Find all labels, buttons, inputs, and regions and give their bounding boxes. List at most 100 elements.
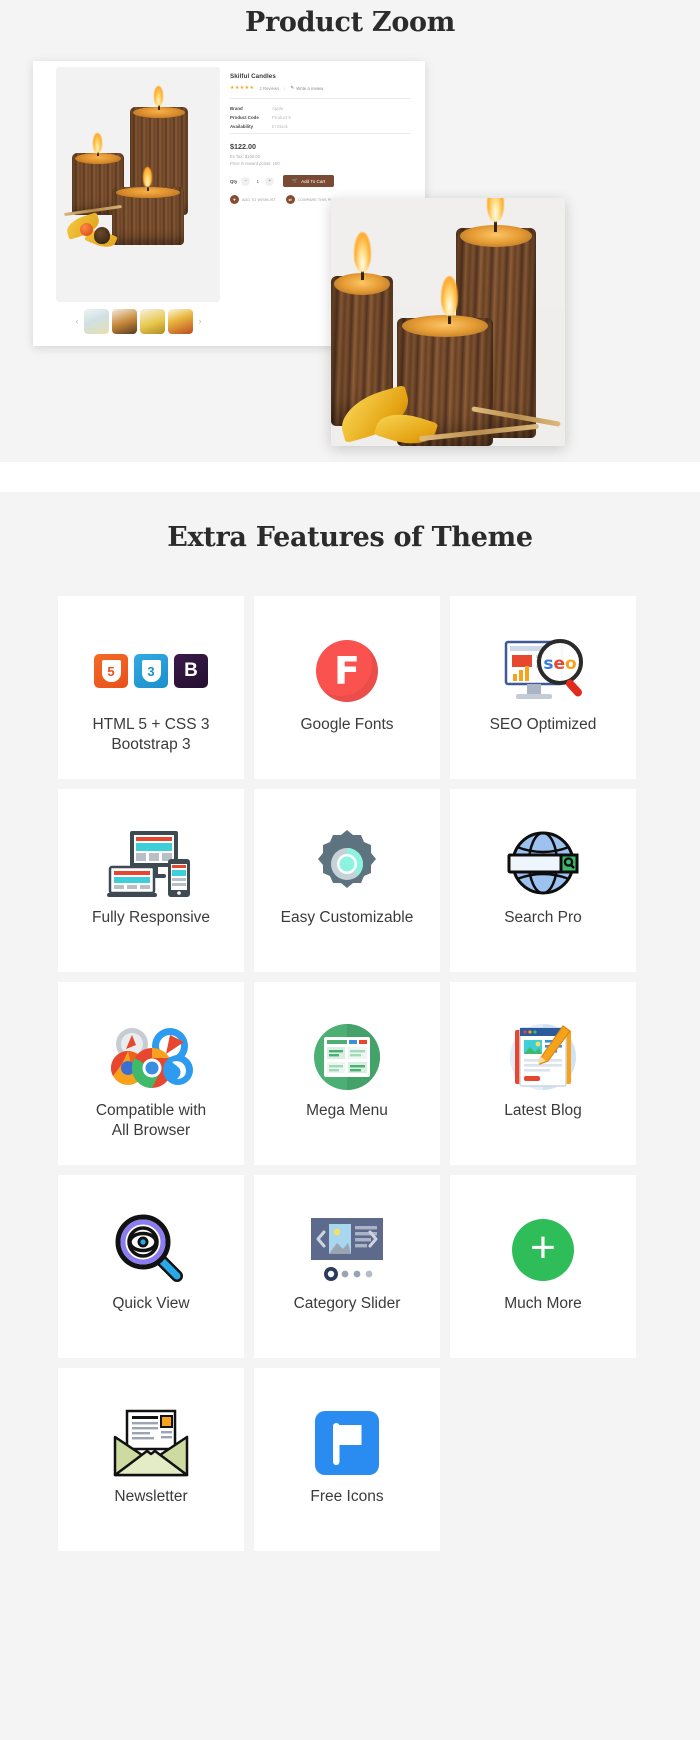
spec-key: Brand xyxy=(230,106,243,111)
zoomed-image-popup[interactable] xyxy=(331,198,565,446)
css3-badge-number: 3 xyxy=(141,660,161,682)
carousel-prev-arrow[interactable]: ‹ xyxy=(73,317,81,326)
spec-value: In Stock xyxy=(272,124,288,129)
heart-icon: ♥ xyxy=(230,195,239,204)
category-slider-icon xyxy=(305,1212,389,1288)
feature-card-easy-customizable[interactable]: Easy Customizable xyxy=(254,789,440,972)
google-fonts-glyph: F xyxy=(316,640,378,702)
extra-features-section: Extra Features of Theme 5 3 B HTML 5 + C… xyxy=(0,492,700,1591)
feature-label: Google Fonts xyxy=(300,716,394,733)
bootstrap-badge: B xyxy=(174,654,208,688)
price-block: $122.00 Ex Tax: $100.00 Price in reward … xyxy=(230,142,411,166)
feature-card-latest-blog[interactable]: Latest Blog xyxy=(450,982,636,1165)
zoom-flame-left xyxy=(354,232,371,272)
shopping-cart-icon: 🛒 xyxy=(292,178,299,183)
product-main-image[interactable] xyxy=(56,67,220,302)
flame-front xyxy=(143,167,152,187)
thumbnail-carousel[interactable]: ‹ › xyxy=(73,309,213,334)
write-review-label: Write a review xyxy=(296,85,324,91)
section-divider-band xyxy=(0,462,700,492)
feature-label: Much More xyxy=(504,1295,582,1312)
spec-value: Product 9 xyxy=(272,115,291,120)
feature-label-line1: HTML 5 + CSS 3 xyxy=(92,716,210,733)
mega-menu-icon xyxy=(311,1019,383,1095)
feature-label: Easy Customizable xyxy=(280,909,414,926)
quantity-label: Qty xyxy=(230,178,238,184)
extra-features-title: Extra Features of Theme xyxy=(167,522,533,553)
feature-label: Free Icons xyxy=(310,1488,384,1505)
wishlist-label: ADD TO WISHLIST xyxy=(242,197,276,202)
feature-label: Compatible with All Browser xyxy=(96,1101,206,1142)
spec-row: Product Code Product 9 xyxy=(230,115,411,120)
rating-row: ★★★★★ 2 Reviews | ✎ Write a review xyxy=(230,85,411,91)
feature-label: SEO Optimized xyxy=(489,716,597,733)
feature-card-search-pro[interactable]: Search Pro xyxy=(450,789,636,972)
feature-card-google-fonts[interactable]: F Google Fonts xyxy=(254,596,440,779)
spec-row: Availability In Stock xyxy=(230,124,411,129)
feature-label: Quick View xyxy=(112,1295,190,1312)
globe-search-icon xyxy=(501,826,585,902)
feature-card-category-slider[interactable]: Category Slider xyxy=(254,1175,440,1358)
star-rating-icon: ★★★★★ xyxy=(230,85,255,91)
feature-label: Mega Menu xyxy=(306,1102,388,1119)
quantity-decrement-button[interactable]: − xyxy=(241,176,251,186)
spec-value[interactable]: Apple xyxy=(272,106,283,111)
feature-label: Newsletter xyxy=(114,1488,188,1505)
price-ex-tax: Ex Tax: $100.00 xyxy=(230,154,260,159)
flame-medium xyxy=(93,133,102,153)
spec-key: Availability xyxy=(230,124,254,129)
feature-card-html-css-bootstrap[interactable]: 5 3 B HTML 5 + CSS 3 Bootstrap 3 xyxy=(58,596,244,779)
quantity-increment-button[interactable]: + xyxy=(265,176,275,186)
browsers-icon xyxy=(106,1019,196,1095)
feature-label-line1: Compatible with xyxy=(95,1102,207,1119)
thumbnail-item[interactable] xyxy=(84,309,109,334)
feature-grid: 5 3 B HTML 5 + CSS 3 Bootstrap 3 F Googl… xyxy=(58,596,642,1551)
html5-badge-number: 5 xyxy=(101,660,121,682)
feature-card-quick-view[interactable]: Quick View xyxy=(58,1175,244,1358)
seo-optimized-icon: seo xyxy=(500,633,586,709)
add-to-wishlist-button[interactable]: ♥ ADD TO WISHLIST xyxy=(230,195,276,204)
product-price: $122.00 xyxy=(230,142,256,151)
thumbnail-item[interactable] xyxy=(112,309,137,334)
gear-icon xyxy=(311,826,383,902)
feature-card-mega-menu[interactable]: Mega Menu xyxy=(254,982,440,1165)
plus-glyph: + xyxy=(512,1219,574,1281)
divider xyxy=(230,133,411,134)
google-fonts-icon: F xyxy=(316,633,378,709)
thumbnail-item[interactable] xyxy=(168,309,193,334)
review-separator: | xyxy=(284,85,286,91)
feature-label-line2: All Browser xyxy=(111,1122,191,1140)
free-icons-flag-icon xyxy=(311,1405,383,1481)
feature-label: HTML 5 + CSS 3 Bootstrap 3 xyxy=(92,715,209,756)
add-to-cart-button[interactable]: 🛒 Add To Cart xyxy=(283,175,335,187)
feature-card-compatible-all-browser[interactable]: Compatible with All Browser xyxy=(58,982,244,1165)
candle-front xyxy=(112,187,184,245)
carousel-next-arrow[interactable]: › xyxy=(196,317,204,326)
html5-badge: 5 xyxy=(94,654,128,688)
plus-circle-icon: + xyxy=(512,1212,574,1288)
product-gallery: ‹ › xyxy=(33,61,220,346)
write-review-link[interactable]: ✎ Write a review xyxy=(290,85,323,91)
berry-orange xyxy=(80,223,93,236)
flame-tall xyxy=(154,86,163,106)
exchange-icon: ⇄ xyxy=(285,195,295,204)
thumbnail-item[interactable] xyxy=(140,309,165,334)
spec-row: Brand Apple xyxy=(230,106,411,111)
feature-label-line2: Bootstrap 3 xyxy=(111,736,191,754)
feature-label: Search Pro xyxy=(504,909,582,926)
feature-card-fully-responsive[interactable]: Fully Responsive xyxy=(58,789,244,972)
reviews-count[interactable]: 2 Reviews xyxy=(259,86,279,91)
pinecone xyxy=(94,227,110,244)
divider xyxy=(230,98,411,99)
feature-card-seo-optimized[interactable]: seo SEO Optimized xyxy=(450,596,636,779)
feature-label: Category Slider xyxy=(293,1295,401,1312)
quantity-input[interactable]: 1 xyxy=(254,179,261,184)
feature-card-much-more[interactable]: + Much More xyxy=(450,1175,636,1358)
latest-blog-icon xyxy=(505,1019,581,1095)
price-reward-points: Price in reward points: 100 xyxy=(230,161,280,166)
svg-text:seo: seo xyxy=(543,654,576,674)
feature-card-free-icons[interactable]: Free Icons xyxy=(254,1368,440,1551)
feature-label: Latest Blog xyxy=(504,1102,582,1119)
css3-badge: 3 xyxy=(134,654,168,688)
feature-card-newsletter[interactable]: Newsletter xyxy=(58,1368,244,1551)
